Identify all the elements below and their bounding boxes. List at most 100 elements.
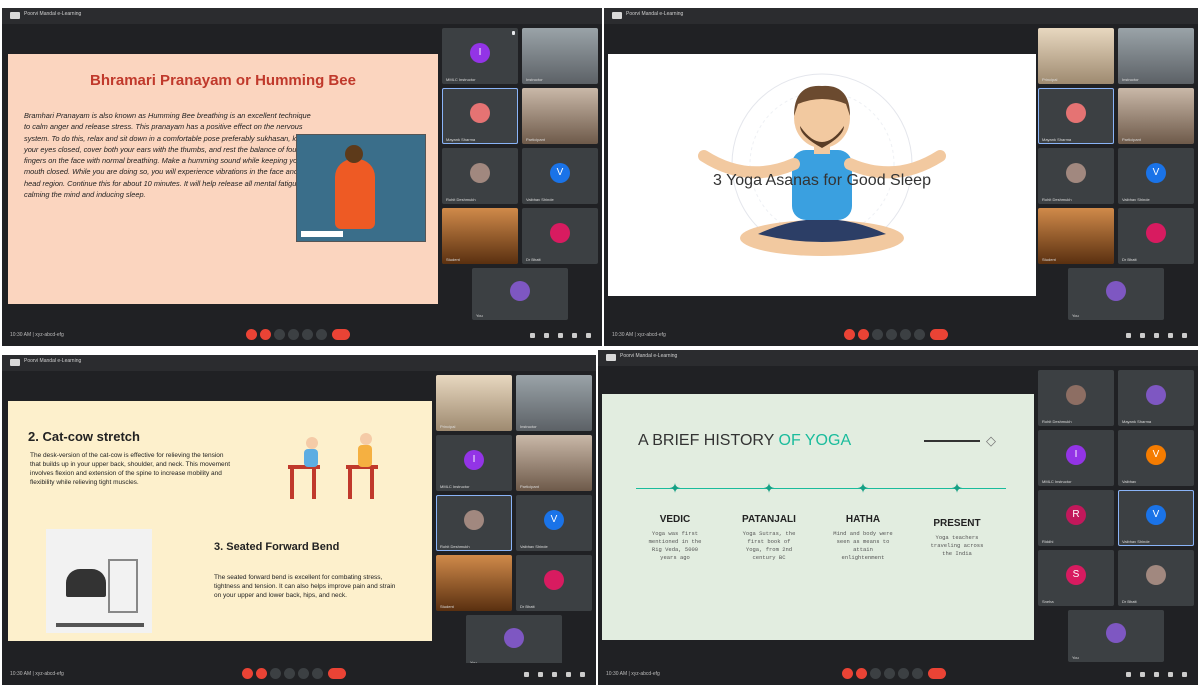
captions-button[interactable] <box>274 329 285 340</box>
participant-avatar: V <box>1146 505 1166 525</box>
chat-icon[interactable] <box>1154 672 1159 677</box>
participant-tile[interactable]: Participant <box>522 88 598 144</box>
people-icon[interactable] <box>1140 672 1145 677</box>
chat-icon[interactable] <box>558 333 563 338</box>
raise-hand-button[interactable] <box>886 329 897 340</box>
raise-hand-button[interactable] <box>284 668 295 679</box>
participant-tile[interactable]: Student <box>1038 208 1114 264</box>
camera-toggle-button[interactable] <box>856 668 867 679</box>
participant-tile[interactable]: Mayank Sharma <box>442 88 518 144</box>
participant-tile[interactable]: I MMLC Instructor <box>442 28 518 84</box>
lock-icon[interactable] <box>1182 333 1187 338</box>
people-icon[interactable] <box>1140 333 1145 338</box>
mic-toggle-button[interactable] <box>842 668 853 679</box>
activities-icon[interactable] <box>572 333 577 338</box>
participant-name: Rohit Deshmukh <box>1042 197 1072 202</box>
present-button[interactable] <box>302 329 313 340</box>
participant-grid: Principal Instructor I MMLC Instructor Pa… <box>436 375 596 675</box>
more-options-button[interactable] <box>316 329 327 340</box>
meet-logo <box>606 354 616 361</box>
captions-button[interactable] <box>870 668 881 679</box>
end-call-button[interactable] <box>928 668 946 679</box>
participant-avatar <box>504 628 524 648</box>
participant-tile[interactable]: Mayank Sharma <box>1038 88 1114 144</box>
more-options-button[interactable] <box>912 668 923 679</box>
participant-tile[interactable]: Student <box>442 208 518 264</box>
raise-hand-button[interactable] <box>288 329 299 340</box>
participant-tile[interactable]: Instructor <box>516 375 592 431</box>
present-button[interactable] <box>898 668 909 679</box>
participant-tile-self[interactable]: You <box>466 615 562 667</box>
participant-tile[interactable]: Principal <box>436 375 512 431</box>
era-name: PRESENT <box>933 518 981 529</box>
info-icon[interactable] <box>524 672 529 677</box>
mic-toggle-button[interactable] <box>246 329 257 340</box>
activities-icon[interactable] <box>1168 672 1173 677</box>
info-icon[interactable] <box>1126 333 1131 338</box>
lock-icon[interactable] <box>586 333 591 338</box>
participant-tile[interactable]: V Vaibhav Shinde <box>516 495 592 551</box>
participant-tile[interactable]: Instructor <box>522 28 598 84</box>
timeline-marker-icon: ✦ <box>669 480 681 496</box>
participant-name: Student <box>440 604 454 609</box>
end-call-button[interactable] <box>930 329 948 340</box>
stretch-photo <box>46 529 152 633</box>
lock-icon[interactable] <box>1182 672 1187 677</box>
participant-avatar: I <box>470 43 490 63</box>
participant-tile[interactable]: V Vaibhav Shinde <box>522 148 598 204</box>
present-button[interactable] <box>298 668 309 679</box>
participant-tile[interactable]: V Vaibhav Shinde <box>1118 490 1194 546</box>
participant-tile-self[interactable]: You <box>472 268 568 320</box>
participant-name: You <box>476 313 483 318</box>
end-call-button[interactable] <box>332 329 350 340</box>
participant-tile[interactable]: Instructor <box>1118 28 1194 84</box>
present-button[interactable] <box>900 329 911 340</box>
more-options-button[interactable] <box>914 329 925 340</box>
participant-tile[interactable]: Rohit Deshmukh <box>442 148 518 204</box>
people-icon[interactable] <box>538 672 543 677</box>
participant-tile[interactable]: Mayank Sharma <box>1118 370 1194 426</box>
activities-icon[interactable] <box>566 672 571 677</box>
participant-tile[interactable]: I MMLC Instructor <box>1038 430 1114 486</box>
presentation-slide: 2. Cat-cow stretch The desk-version of t… <box>8 401 432 641</box>
participant-tile[interactable]: Participant <box>1118 88 1194 144</box>
end-call-button[interactable] <box>328 668 346 679</box>
more-options-button[interactable] <box>312 668 323 679</box>
camera-toggle-button[interactable] <box>260 329 271 340</box>
participant-tile[interactable]: Rohit Deshmukh <box>1038 148 1114 204</box>
lock-icon[interactable] <box>580 672 585 677</box>
participant-tile[interactable]: Dr Bhatt <box>522 208 598 264</box>
participant-tile[interactable]: R Riddhi <box>1038 490 1114 546</box>
participant-tile[interactable]: Dr Bhatt <box>516 555 592 611</box>
captions-button[interactable] <box>872 329 883 340</box>
participant-tile[interactable]: Rohit Deshmukh <box>1038 370 1114 426</box>
camera-toggle-button[interactable] <box>858 329 869 340</box>
participant-name: Sneha <box>1042 599 1054 604</box>
chat-icon[interactable] <box>552 672 557 677</box>
participant-tile-self[interactable]: You <box>1068 610 1164 662</box>
info-icon[interactable] <box>1126 672 1131 677</box>
mic-toggle-button[interactable] <box>844 329 855 340</box>
participant-tile-self[interactable]: You <box>1068 268 1164 320</box>
participant-name: Participant <box>520 484 539 489</box>
participant-tile[interactable]: Dr Bhatt <box>1118 208 1194 264</box>
activities-icon[interactable] <box>1168 333 1173 338</box>
mic-toggle-button[interactable] <box>242 668 253 679</box>
participant-tile[interactable]: Dr Bhatt <box>1118 550 1194 606</box>
participant-tile[interactable]: Student <box>436 555 512 611</box>
participant-tile[interactable]: V Vaibhav Shinde <box>1118 148 1194 204</box>
participant-tile[interactable]: Rohit Deshmukh <box>436 495 512 551</box>
timeline-marker-icon: ✦ <box>763 480 775 496</box>
chat-icon[interactable] <box>1154 333 1159 338</box>
people-icon[interactable] <box>544 333 549 338</box>
participant-avatar <box>1146 565 1166 585</box>
participant-tile[interactable]: I MMLC Instructor <box>436 435 512 491</box>
raise-hand-button[interactable] <box>884 668 895 679</box>
participant-tile[interactable]: V Vaibhav <box>1118 430 1194 486</box>
captions-button[interactable] <box>270 668 281 679</box>
camera-toggle-button[interactable] <box>256 668 267 679</box>
participant-tile[interactable]: Participant <box>516 435 592 491</box>
participant-tile[interactable]: S Sneha <box>1038 550 1114 606</box>
info-icon[interactable] <box>530 333 535 338</box>
participant-tile[interactable]: Principal <box>1038 28 1114 84</box>
